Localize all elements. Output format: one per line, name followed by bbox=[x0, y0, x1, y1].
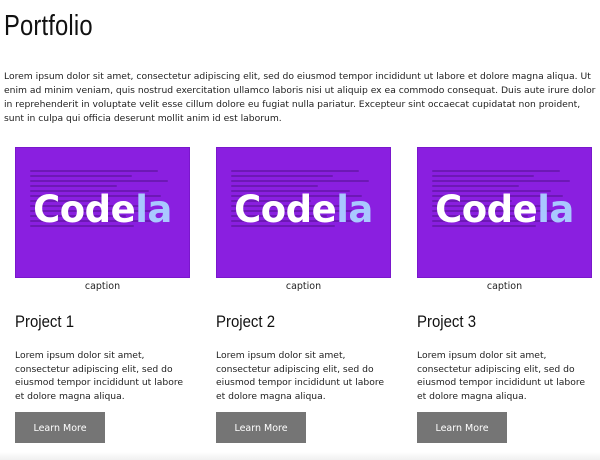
page-title: Portfolio bbox=[4, 10, 93, 42]
codela-logo: Codela bbox=[33, 188, 172, 231]
learn-more-button[interactable]: Learn More bbox=[417, 412, 507, 443]
learn-more-button[interactable]: Learn More bbox=[15, 412, 105, 443]
project-card-3: Codela caption Project 3 Lorem ipsum dol… bbox=[417, 147, 592, 443]
thumbnail-caption: caption bbox=[486, 281, 523, 292]
project-title: Project 2 bbox=[216, 312, 276, 331]
project-card-1: Codela caption Project 1 Lorem ipsum dol… bbox=[15, 147, 190, 443]
project-grid: Codela caption Project 1 Lorem ipsum dol… bbox=[0, 147, 600, 447]
project-card-2: Codela caption Project 2 Lorem ipsum dol… bbox=[216, 147, 391, 443]
project-title: Project 1 bbox=[15, 312, 75, 331]
project-title: Project 3 bbox=[417, 312, 477, 331]
intro-paragraph: Lorem ipsum dolor sit amet, consectetur … bbox=[4, 71, 596, 124]
learn-more-button[interactable]: Learn More bbox=[216, 412, 306, 443]
project-description: Lorem ipsum dolor sit amet, consectetur … bbox=[15, 350, 184, 402]
project-thumbnail: Codela bbox=[216, 147, 391, 278]
project-thumbnail: Codela bbox=[417, 147, 592, 278]
codela-logo: Codela bbox=[234, 188, 373, 231]
bottom-edge-shadow bbox=[0, 452, 600, 460]
thumbnail-caption: caption bbox=[285, 281, 322, 292]
thumbnail-caption: caption bbox=[84, 281, 121, 292]
project-thumbnail: Codela bbox=[15, 147, 190, 278]
project-description: Lorem ipsum dolor sit amet, consectetur … bbox=[417, 350, 586, 402]
codela-logo: Codela bbox=[435, 188, 574, 231]
project-description: Lorem ipsum dolor sit amet, consectetur … bbox=[216, 350, 385, 402]
